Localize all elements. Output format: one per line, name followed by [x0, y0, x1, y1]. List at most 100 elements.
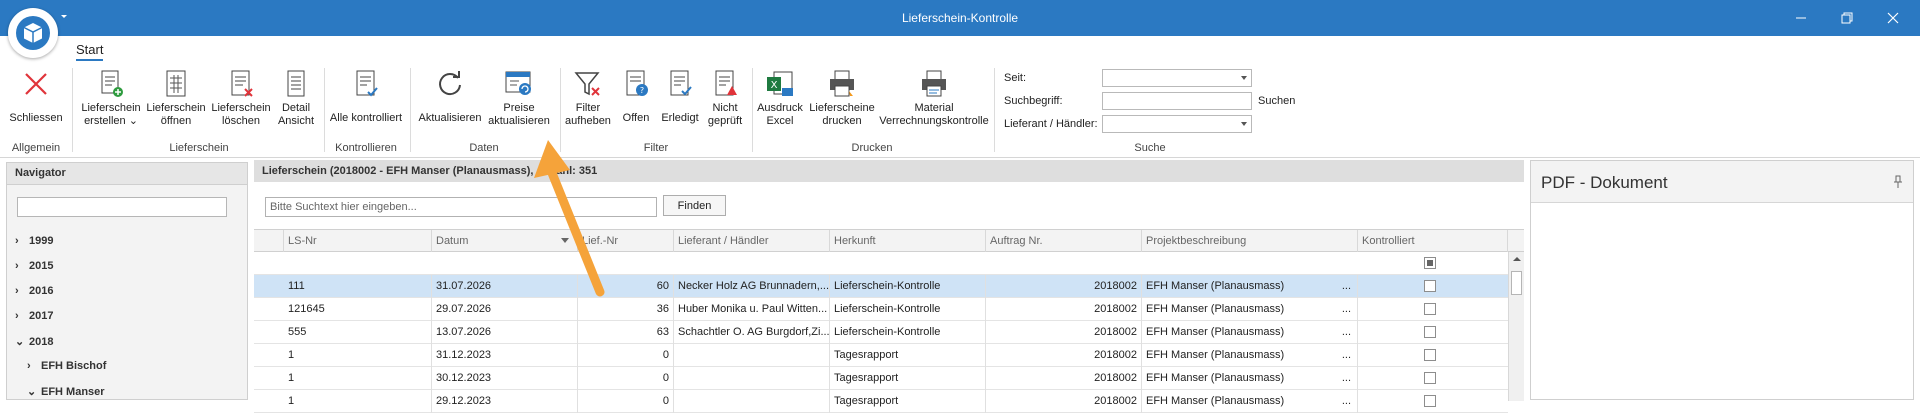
lieferschein-erstellen-button[interactable]: Lieferschein erstellen ⌄	[80, 68, 142, 128]
lieferscheine-drucken-label-1: Lieferscheine	[809, 102, 875, 114]
chevron-down-icon[interactable]: ⌄	[15, 335, 29, 348]
offen-button[interactable]: ? Offen	[618, 68, 654, 125]
column-header-auftrag-nr[interactable]: Auftrag Nr.	[986, 230, 1142, 252]
lieferschein-loeschen-label-1: Lieferschein	[211, 102, 271, 114]
schliessen-button[interactable]: Schliessen	[8, 68, 64, 125]
kontrolliert-checkbox[interactable]	[1424, 280, 1436, 292]
scroll-up-arrow-icon[interactable]	[1509, 252, 1525, 266]
filter-checkbox[interactable]	[1424, 257, 1436, 269]
column-header-kontrolliert[interactable]: Kontrolliert	[1358, 230, 1508, 252]
nav-item-1999[interactable]: › 1999	[15, 235, 53, 247]
nav-item-2015[interactable]: › 2015	[15, 260, 53, 272]
dropdown-arrow-icon[interactable]	[1241, 76, 1247, 80]
ausdruck-excel-label-1: Ausdruck	[757, 102, 803, 114]
lieferant-haendler-combo[interactable]	[1102, 115, 1252, 133]
nicht-geprueft-button[interactable]: Nicht geprüft	[704, 68, 746, 128]
pdf-panel-header: PDF - Dokument	[1531, 161, 1913, 203]
table-row[interactable]: 555 13.07.2026 63 Schachtler O. AG Burgd…	[254, 321, 1508, 344]
kontrolliert-checkbox[interactable]	[1424, 395, 1436, 407]
grid-vertical-scrollbar[interactable]	[1508, 252, 1524, 401]
lieferschein-loeschen-label-2: löschen	[222, 115, 260, 127]
material-verrechnungskontrolle-button[interactable]: Material Verrechnungskontrolle	[878, 68, 990, 128]
column-header-projektbeschreibung[interactable]: Projektbeschreibung	[1142, 230, 1358, 252]
seit-date-picker[interactable]	[1102, 69, 1252, 87]
tab-start[interactable]: Start	[76, 42, 104, 61]
lieferschein-loeschen-button[interactable]: Lieferschein löschen	[210, 68, 272, 128]
annotation-arrow-icon	[534, 140, 605, 297]
cell-lief-nr: 63	[578, 321, 674, 344]
grid-filter-row[interactable]	[254, 252, 1508, 275]
cell-projekt-text: EFH Manser (Planausmass)	[1146, 326, 1285, 338]
nav-item-label: 1999	[29, 235, 54, 247]
lieferscheine-drucken-button[interactable]: Lieferscheine drucken	[808, 68, 876, 128]
chevron-right-icon[interactable]: ›	[15, 260, 29, 272]
cell-ls-nr: 555	[284, 321, 432, 344]
detail-ansicht-label-2: Ansicht	[277, 115, 315, 127]
cell-projekt-text: EFH Manser (Planausmass)	[1146, 372, 1285, 384]
preise-aktualisieren-button[interactable]: Preise aktualisieren	[486, 68, 552, 128]
chevron-right-icon[interactable]: ›	[15, 310, 29, 322]
close-x-icon	[25, 73, 47, 95]
nav-item-label: 2015	[29, 260, 54, 272]
scrollbar-thumb[interactable]	[1511, 271, 1522, 295]
column-header-ls-nr[interactable]: LS-Nr	[284, 230, 432, 252]
group-label-lieferschein: Lieferschein	[169, 142, 229, 154]
cell-projekt-text: EFH Manser (Planausmass)	[1146, 280, 1285, 292]
cell-more[interactable]: ...	[1342, 303, 1351, 315]
cell-more[interactable]: ...	[1342, 326, 1351, 338]
table-row[interactable]: 1 30.12.2023 0 Tagesrapport 2018002 EFH …	[254, 367, 1508, 390]
kontrolliert-checkbox[interactable]	[1424, 372, 1436, 384]
chevron-right-icon[interactable]: ›	[15, 235, 29, 247]
close-window-button[interactable]	[1878, 7, 1908, 29]
detail-ansicht-button[interactable]: Detail Ansicht	[274, 68, 318, 128]
nav-item-2018[interactable]: ⌄ 2018	[15, 335, 53, 348]
ribbon-separator	[324, 68, 325, 152]
pin-icon[interactable]	[1893, 175, 1903, 189]
quick-access-dropdown-icon[interactable]	[60, 12, 68, 20]
dropdown-arrow-icon[interactable]	[1241, 122, 1247, 126]
nav-item-2016[interactable]: › 2016	[15, 285, 53, 297]
kontrolliert-checkbox[interactable]	[1424, 303, 1436, 315]
filter-aufheben-button[interactable]: Filter aufheben	[564, 68, 612, 128]
column-header-herkunft[interactable]: Herkunft	[830, 230, 986, 252]
chevron-right-icon[interactable]: ›	[15, 285, 29, 297]
suchen-link[interactable]: Suchen	[1258, 95, 1295, 107]
cell-projekt: EFH Manser (Planausmass)...	[1142, 390, 1358, 413]
table-row[interactable]: 111 31.07.2026 60 Necker Holz AG Brunnad…	[254, 275, 1508, 298]
kontrolliert-checkbox[interactable]	[1424, 326, 1436, 338]
cell-lieferant: Schachtler O. AG Burgdorf,Zi...	[674, 321, 830, 344]
nav-item-efh-manser[interactable]: ⌄ EFH Manser	[27, 385, 105, 398]
lieferschein-oeffnen-button[interactable]: Lieferschein öffnen	[146, 68, 206, 128]
kontrolliert-checkbox[interactable]	[1424, 349, 1436, 361]
cell-more[interactable]: ...	[1342, 395, 1351, 407]
filter-aufheben-label-2: aufheben	[565, 115, 611, 127]
cell-more[interactable]: ...	[1342, 372, 1351, 384]
document-warning-icon	[715, 70, 737, 96]
navigator-panel: Navigator › 1999 › 2015 › 2016 › 2017 ⌄ 2018 …	[6, 162, 248, 400]
cell-more[interactable]: ...	[1342, 280, 1351, 292]
minimize-button[interactable]	[1786, 7, 1816, 29]
column-header-lieferant[interactable]: Lieferant / Händler	[674, 230, 830, 252]
finden-button[interactable]: Finden	[663, 195, 726, 216]
app-logo[interactable]	[8, 8, 58, 58]
chevron-right-icon[interactable]: ›	[27, 360, 41, 372]
nav-item-2017[interactable]: › 2017	[15, 310, 53, 322]
ausdruck-excel-button[interactable]: X Ausdruck Excel	[754, 68, 806, 128]
table-row[interactable]: 1 29.12.2023 0 Tagesrapport 2018002 EFH …	[254, 390, 1508, 413]
cell-ls-nr: 1	[284, 367, 432, 390]
erledigt-button[interactable]: Erledigt	[658, 68, 702, 125]
chevron-down-icon[interactable]: ⌄	[27, 385, 41, 398]
seit-label: Seit:	[1004, 72, 1027, 84]
aktualisieren-button[interactable]: Aktualisieren	[416, 68, 484, 125]
table-row[interactable]: 121645 29.07.2026 36 Huber Monika u. Pau…	[254, 298, 1508, 321]
navigator-search-input[interactable]	[17, 197, 227, 217]
cell-ls-nr: 111	[284, 275, 432, 298]
suchbegriff-input[interactable]	[1102, 92, 1252, 110]
alle-kontrolliert-button[interactable]: Alle kontrolliert	[328, 68, 404, 125]
nav-item-label: 2016	[29, 285, 54, 297]
table-row[interactable]: 1 31.12.2023 0 Tagesrapport 2018002 EFH …	[254, 344, 1508, 367]
cell-lieferant: Necker Holz AG Brunnadern,...	[674, 275, 830, 298]
cell-more[interactable]: ...	[1342, 349, 1351, 361]
restore-button[interactable]	[1832, 7, 1862, 29]
nav-item-efh-bischof[interactable]: › EFH Bischof	[27, 360, 106, 372]
